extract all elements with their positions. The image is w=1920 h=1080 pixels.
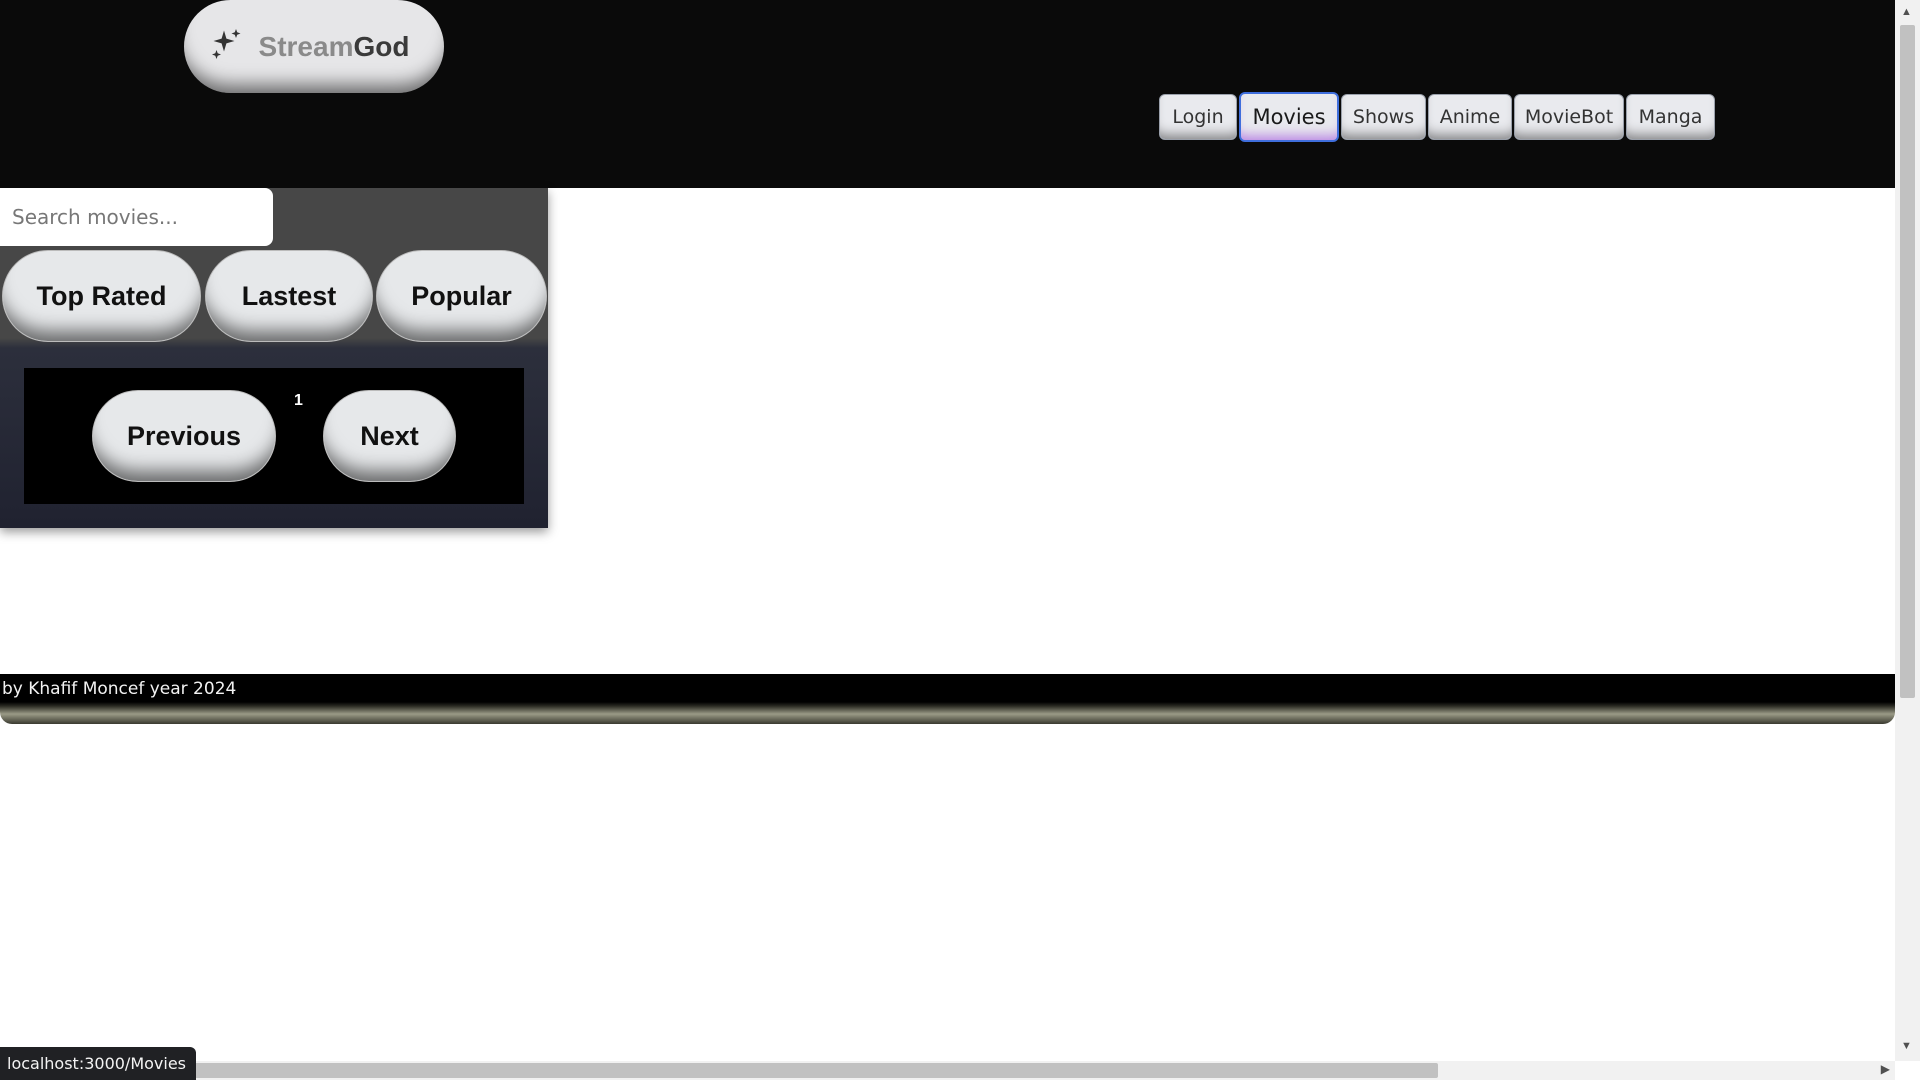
pagination: Previous 1 Next bbox=[24, 368, 524, 504]
sparkles-icon bbox=[209, 26, 245, 67]
nav-manga-button[interactable]: Manga bbox=[1626, 94, 1715, 140]
vertical-scrollbar[interactable]: ▲ ▼ bbox=[1895, 0, 1920, 1061]
vertical-scroll-thumb[interactable] bbox=[1900, 25, 1915, 698]
scroll-right-icon[interactable]: ▶ bbox=[1881, 1062, 1890, 1076]
previous-button[interactable]: Previous bbox=[92, 390, 276, 482]
main-nav: Login Movies Shows Anime MovieBot Manga bbox=[1159, 92, 1715, 142]
movies-panel: Top Rated Lastest Popular Previous 1 Nex… bbox=[0, 188, 548, 528]
logo-text: StreamGod bbox=[258, 30, 410, 62]
nav-shows-button[interactable]: Shows bbox=[1341, 94, 1426, 140]
search-input[interactable] bbox=[0, 188, 273, 246]
site-footer: by Khafif Moncef year 2024 bbox=[0, 674, 1895, 724]
horizontal-scroll-thumb[interactable] bbox=[190, 1063, 1438, 1078]
status-bar-url: localhost:3000/Movies bbox=[0, 1047, 197, 1080]
next-button[interactable]: Next bbox=[323, 390, 456, 482]
scroll-down-icon[interactable]: ▼ bbox=[1901, 1040, 1912, 1052]
nav-anime-button[interactable]: Anime bbox=[1428, 94, 1512, 140]
horizontal-scrollbar[interactable]: ▶ bbox=[0, 1061, 1895, 1080]
nav-login-button[interactable]: Login bbox=[1159, 94, 1237, 140]
nav-moviebot-button[interactable]: MovieBot bbox=[1514, 94, 1624, 140]
top-rated-button[interactable]: Top Rated bbox=[2, 250, 201, 342]
page-number: 1 bbox=[294, 392, 303, 409]
logo-button[interactable]: StreamGod bbox=[184, 0, 444, 93]
footer-credit: by Khafif Moncef year 2024 bbox=[2, 679, 237, 699]
latest-button[interactable]: Lastest bbox=[205, 250, 373, 342]
scroll-up-icon[interactable]: ▲ bbox=[1901, 6, 1912, 18]
site-header: StreamGod Login Movies Shows Anime Movie… bbox=[0, 0, 1895, 188]
nav-movies-button[interactable]: Movies bbox=[1239, 92, 1339, 142]
popular-button[interactable]: Popular bbox=[376, 250, 547, 342]
